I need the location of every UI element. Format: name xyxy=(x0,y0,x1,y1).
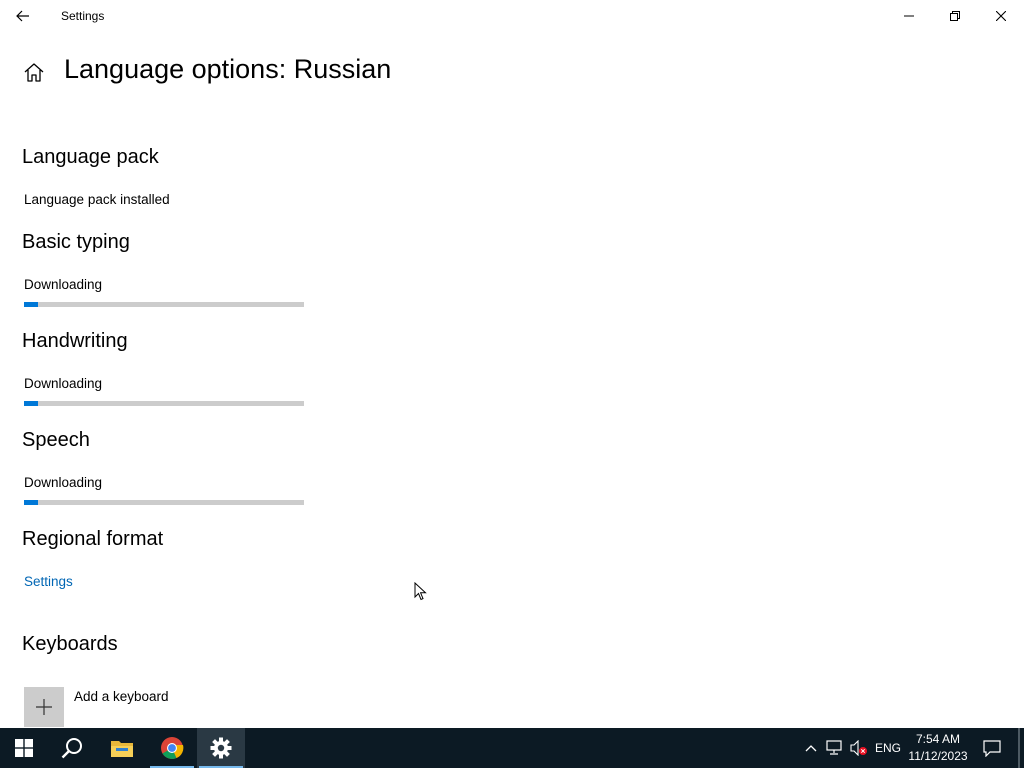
progress-fill xyxy=(24,500,38,505)
title-bar: Settings xyxy=(0,0,1024,32)
settings-taskbar-button[interactable] xyxy=(197,728,245,768)
settings-window: Settings Language options: Russian Langu… xyxy=(0,0,1024,728)
add-keyboard-label[interactable]: Add a keyboard xyxy=(74,689,169,704)
start-button[interactable] xyxy=(0,728,48,768)
basic-typing-status: Downloading xyxy=(24,277,103,292)
restore-icon xyxy=(950,11,960,21)
progress-fill xyxy=(24,302,38,307)
search-button[interactable] xyxy=(48,728,96,768)
taskbar: ENG 7:54 AM 11/12/2023 xyxy=(0,728,1024,768)
chrome-icon xyxy=(161,737,184,759)
speech-heading: Speech xyxy=(22,429,90,451)
home-button[interactable] xyxy=(22,61,46,85)
language-pack-status: Language pack installed xyxy=(24,192,170,207)
chevron-up-icon xyxy=(805,745,817,752)
show-desktop-button[interactable] xyxy=(1018,728,1020,768)
notification-icon xyxy=(983,740,1001,757)
close-icon xyxy=(996,11,1006,21)
network-button[interactable] xyxy=(823,728,847,768)
search-icon xyxy=(61,738,82,759)
clock[interactable]: 7:54 AM 11/12/2023 xyxy=(902,731,974,765)
volume-muted-icon xyxy=(850,740,867,756)
settings-gear-icon xyxy=(210,737,232,759)
action-center-button[interactable] xyxy=(978,728,1006,768)
chrome-button[interactable] xyxy=(148,728,196,768)
regional-format-heading: Regional format xyxy=(22,528,164,550)
handwriting-progress-bar xyxy=(24,401,304,406)
network-icon xyxy=(826,740,842,755)
clock-date: 11/12/2023 xyxy=(908,749,968,763)
home-icon xyxy=(24,63,44,82)
windows-start-icon xyxy=(15,739,33,757)
file-explorer-icon xyxy=(111,741,133,757)
close-button[interactable] xyxy=(978,0,1024,32)
mouse-cursor-icon xyxy=(414,582,427,601)
language-pack-heading: Language pack xyxy=(22,146,159,168)
input-language-indicator[interactable]: ENG xyxy=(872,728,904,768)
volume-button[interactable] xyxy=(848,728,870,768)
basic-typing-progress-bar xyxy=(24,302,304,307)
app-title: Settings xyxy=(61,9,105,23)
page-title: Language options: Russian xyxy=(64,54,392,84)
minimize-button[interactable] xyxy=(886,0,932,32)
restore-button[interactable] xyxy=(932,0,978,32)
basic-typing-heading: Basic typing xyxy=(22,231,130,253)
file-explorer-button[interactable] xyxy=(98,728,146,768)
show-hidden-icons-button[interactable] xyxy=(801,728,821,768)
keyboards-heading: Keyboards xyxy=(22,633,118,655)
plus-icon xyxy=(36,699,52,715)
regional-format-settings-link[interactable]: Settings xyxy=(24,574,73,589)
arrow-left-icon xyxy=(16,10,29,22)
add-keyboard-button[interactable] xyxy=(24,687,64,727)
minimize-icon xyxy=(904,15,914,17)
clock-time: 7:54 AM xyxy=(915,732,961,746)
progress-fill xyxy=(24,401,38,406)
speech-status: Downloading xyxy=(24,475,103,490)
handwriting-heading: Handwriting xyxy=(22,330,128,352)
handwriting-status: Downloading xyxy=(24,376,103,391)
speech-progress-bar xyxy=(24,500,304,505)
back-button[interactable] xyxy=(0,0,46,32)
